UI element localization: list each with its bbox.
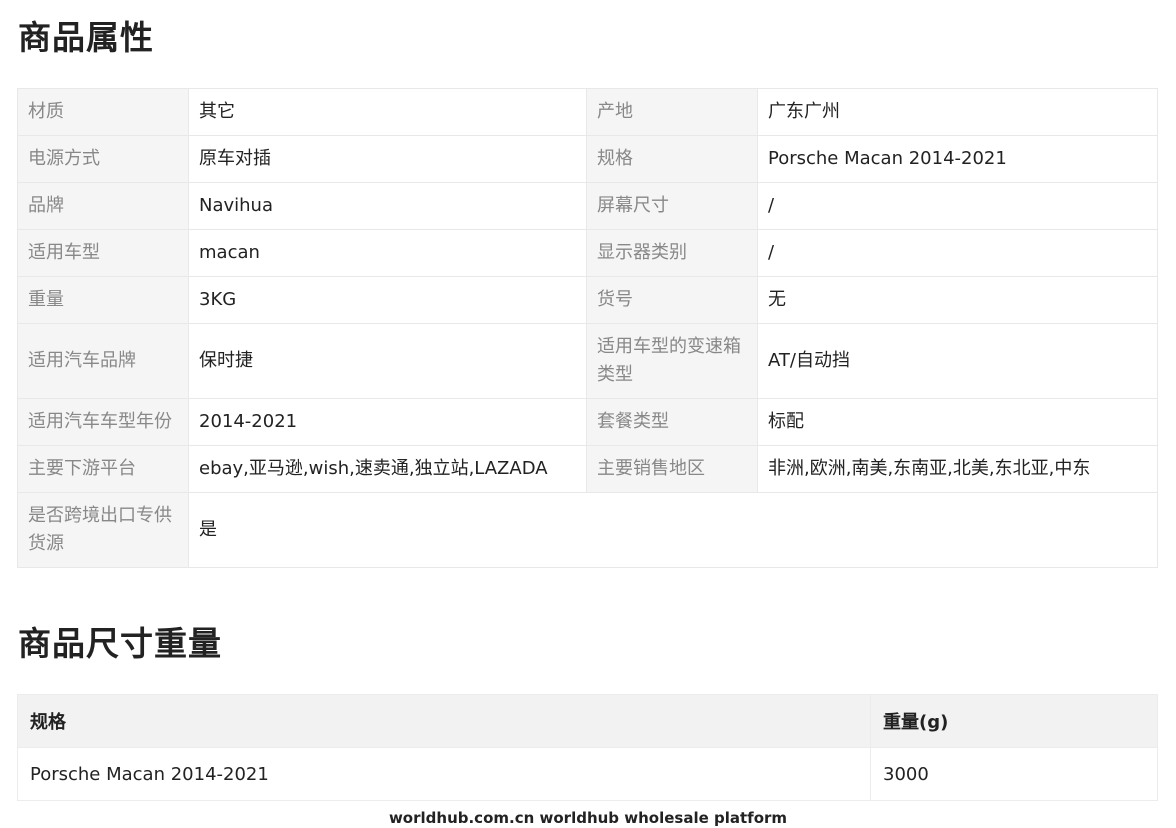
footer-watermark: worldhub.com.cn worldhub wholesale platf… xyxy=(388,809,788,827)
attr-row: 主要下游平台 ebay,亚马逊,wish,速卖通,独立站,LAZADA 主要销售… xyxy=(17,445,1158,493)
attr-value: macan xyxy=(188,229,587,277)
attr-key: 材质 xyxy=(17,88,189,136)
attr-key: 产地 xyxy=(586,88,758,136)
attr-row: 适用汽车品牌 保时捷 适用车型的变速箱类型 AT/自动挡 xyxy=(17,323,1158,399)
spec-cell: Porsche Macan 2014-2021 xyxy=(17,747,871,801)
attr-value: 其它 xyxy=(188,88,587,136)
section-title-attributes: 商品属性 xyxy=(18,18,154,57)
attr-value: 3KG xyxy=(188,276,587,324)
attr-key: 重量 xyxy=(17,276,189,324)
attributes-table: 材质 其它 产地 广东广州 电源方式 原车对插 规格 Porsche Macan… xyxy=(17,88,1158,568)
attr-key: 电源方式 xyxy=(17,135,189,183)
attr-key: 规格 xyxy=(586,135,758,183)
dimensions-header-row: 规格 重量(g) xyxy=(17,694,1158,748)
attr-row: 电源方式 原车对插 规格 Porsche Macan 2014-2021 xyxy=(17,135,1158,183)
attr-value: 原车对插 xyxy=(188,135,587,183)
attr-key: 显示器类别 xyxy=(586,229,758,277)
attr-key: 套餐类型 xyxy=(586,398,758,446)
attr-key: 是否跨境出口专供货源 xyxy=(17,492,189,568)
attr-key: 主要销售地区 xyxy=(586,445,758,493)
attr-value: 无 xyxy=(757,276,1158,324)
attr-row: 重量 3KG 货号 无 xyxy=(17,276,1158,324)
attr-value: / xyxy=(757,229,1158,277)
attr-key: 适用车型的变速箱类型 xyxy=(586,323,758,399)
attr-row: 是否跨境出口专供货源 是 xyxy=(17,492,1158,568)
attr-key: 适用汽车品牌 xyxy=(17,323,189,399)
attr-value: 是 xyxy=(188,492,1158,568)
attr-row: 适用汽车车型年份 2014-2021 套餐类型 标配 xyxy=(17,398,1158,446)
attr-value: Porsche Macan 2014-2021 xyxy=(757,135,1158,183)
attr-key: 品牌 xyxy=(17,182,189,230)
attr-row: 材质 其它 产地 广东广州 xyxy=(17,88,1158,136)
attr-key: 主要下游平台 xyxy=(17,445,189,493)
attr-value: 标配 xyxy=(757,398,1158,446)
attr-value: 非洲,欧洲,南美,东南亚,北美,东北亚,中东 xyxy=(757,445,1158,493)
attr-value: Navihua xyxy=(188,182,587,230)
attr-row: 品牌 Navihua 屏幕尺寸 / xyxy=(17,182,1158,230)
attr-value: 保时捷 xyxy=(188,323,587,399)
attr-key: 屏幕尺寸 xyxy=(586,182,758,230)
attr-value: AT/自动挡 xyxy=(757,323,1158,399)
attr-value: / xyxy=(757,182,1158,230)
attr-value: ebay,亚马逊,wish,速卖通,独立站,LAZADA xyxy=(188,445,587,493)
attr-key: 适用汽车车型年份 xyxy=(17,398,189,446)
weight-cell: 3000 xyxy=(870,747,1158,801)
column-header-weight: 重量(g) xyxy=(870,694,1158,748)
dimensions-table: 规格 重量(g) Porsche Macan 2014-2021 3000 xyxy=(17,694,1158,801)
section-title-dimensions: 商品尺寸重量 xyxy=(18,624,222,663)
attr-row: 适用车型 macan 显示器类别 / xyxy=(17,229,1158,277)
attr-value: 2014-2021 xyxy=(188,398,587,446)
table-row: Porsche Macan 2014-2021 3000 xyxy=(17,747,1158,801)
attr-key: 货号 xyxy=(586,276,758,324)
attr-key: 适用车型 xyxy=(17,229,189,277)
attr-value: 广东广州 xyxy=(757,88,1158,136)
column-header-spec: 规格 xyxy=(17,694,871,748)
